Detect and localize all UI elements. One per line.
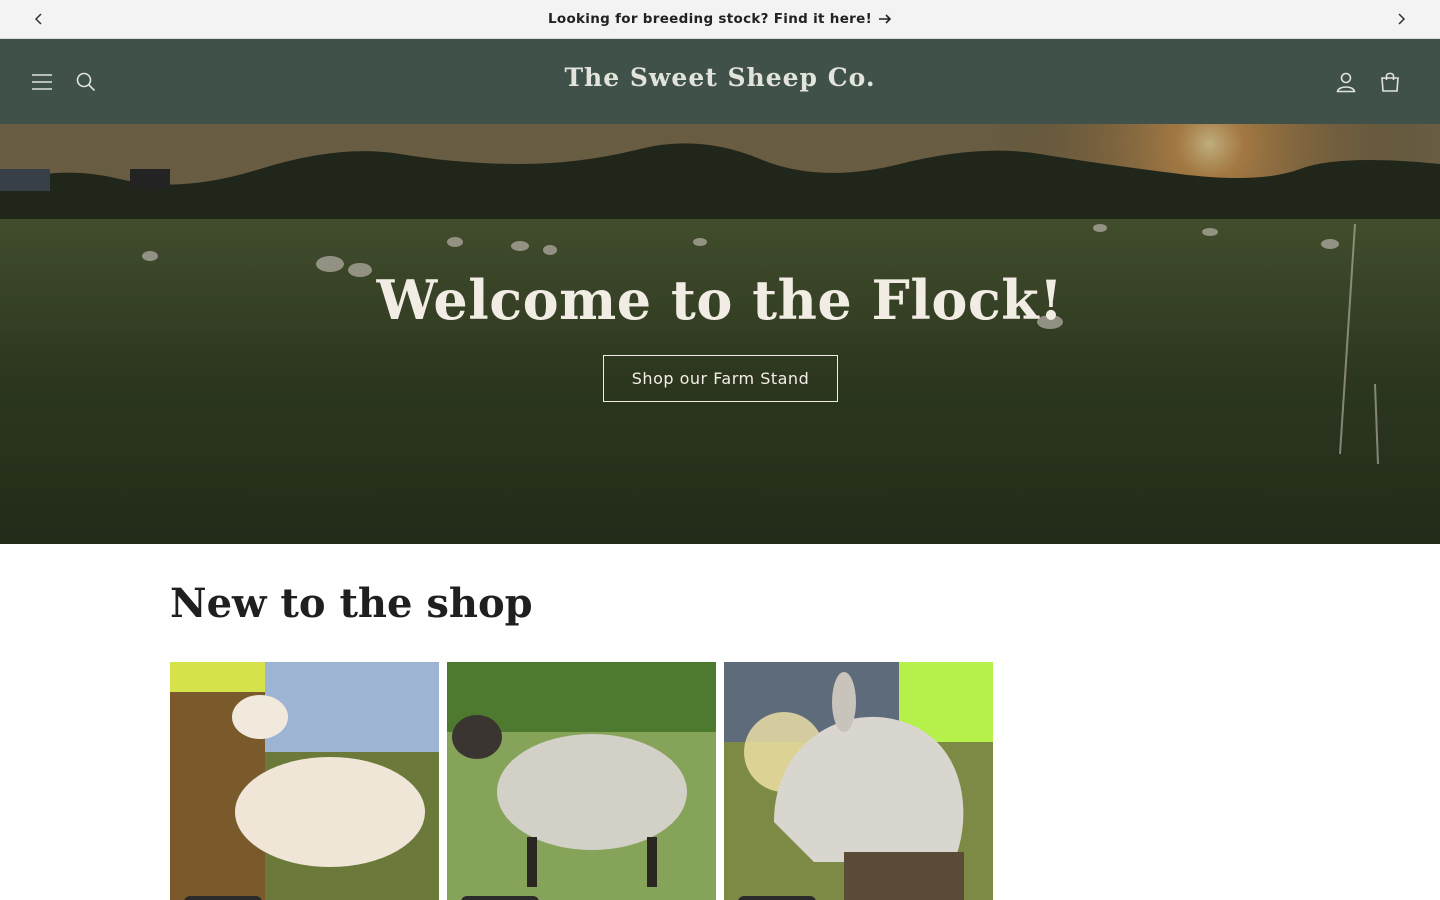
white-sheep-photo [170,662,439,900]
previous-announcement-button[interactable] [28,8,50,30]
product-badge [461,896,539,900]
announcement-link[interactable]: Looking for breeding stock? Find it here… [548,11,892,27]
site-header: The Sweet Sheep Co. [0,39,1440,124]
shopping-bag-icon [1381,72,1399,92]
chevron-left-icon [34,13,42,25]
sheep-portrait-photo [724,662,993,900]
gray-sheep-photo [447,662,716,900]
product-card[interactable] [724,662,993,900]
section-title: New to the shop [170,580,533,627]
arrow-right-icon [879,14,892,24]
hero-title: Welcome to the Flock! [376,268,1064,332]
hero-banner: Welcome to the Flock! Shop our Farm Stan… [0,124,1440,544]
shop-farm-stand-button[interactable]: Shop our Farm Stand [603,355,838,402]
cart-button[interactable] [1377,69,1403,95]
hero-overlay [0,124,1440,544]
user-icon [1336,72,1356,93]
announcement-text: Looking for breeding stock? Find it here… [547,11,873,27]
product-badge [738,896,816,900]
product-card[interactable] [170,662,439,900]
site-logo[interactable]: The Sweet Sheep Co. [0,63,1440,92]
chevron-right-icon [1398,13,1406,25]
product-card[interactable] [447,662,716,900]
account-button[interactable] [1333,69,1359,95]
product-badge [184,896,262,900]
next-announcement-button[interactable] [1390,8,1412,30]
announcement-bar: Looking for breeding stock? Find it here… [0,0,1440,39]
